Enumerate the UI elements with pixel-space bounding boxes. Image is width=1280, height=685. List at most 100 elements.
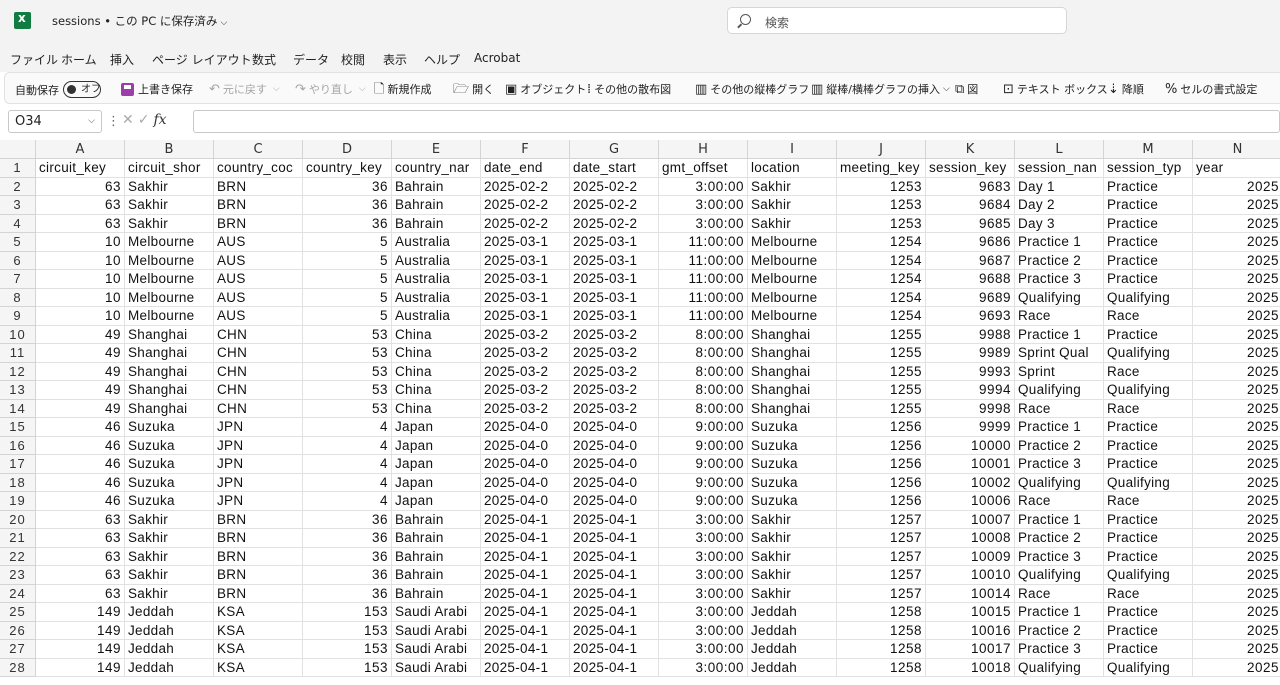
table-cell[interactable]: 153 [303,621,392,640]
document-title[interactable]: sessions • この PC に保存済み ⌵ [52,13,227,29]
table-cell[interactable]: 3:00:00 [659,640,748,659]
table-cell[interactable]: Race [1015,307,1104,326]
table-cell[interactable]: Sakhir [748,214,837,233]
table-cell[interactable]: Bahrain [392,510,481,529]
redo-dropdown-icon[interactable]: ⌵ [359,84,366,94]
table-cell[interactable]: 2025 [1193,363,1280,381]
table-cell[interactable]: 9998 [926,399,1015,418]
formula-bar-options-icon[interactable]: ⋮ [107,114,120,129]
row-header[interactable]: 4 [0,214,36,233]
table-cell[interactable]: 2025 [1193,529,1280,548]
row-header[interactable]: 6 [0,251,36,270]
table-cell[interactable]: 2025 [1193,215,1280,233]
table-cell[interactable]: Race [1104,584,1193,603]
table-cell[interactable]: 2025-04-0 [481,473,570,492]
table-cell[interactable]: AUS [214,270,303,289]
table-cell[interactable]: 2025-04-0 [570,455,659,474]
table-cell[interactable]: 9688 [926,270,1015,289]
table-cell[interactable]: 1257 [837,529,926,548]
table-cell[interactable]: 63 [36,547,125,566]
row-header[interactable]: 24 [0,584,36,603]
table-cell[interactable]: 2025-04-1 [570,603,659,622]
table-cell[interactable]: Shanghai [125,381,214,400]
table-cell[interactable]: 1253 [837,177,926,196]
row-header[interactable]: 21 [0,529,36,548]
formula-input[interactable] [193,110,1280,133]
header-cell[interactable]: session_nan [1015,159,1104,178]
redo-button[interactable]: ↷ やり直し ⌵ [295,81,366,97]
table-cell[interactable]: 8:00:00 [659,325,748,344]
table-cell[interactable]: Japan [392,473,481,492]
table-cell[interactable]: 2025-03-1 [570,288,659,307]
table-cell[interactable]: 2025-04-1 [481,621,570,640]
table-cell[interactable]: 9:00:00 [659,436,748,455]
table-cell[interactable]: 2025-04-0 [481,492,570,511]
table-cell[interactable]: 4 [303,455,392,474]
select-all-corner[interactable] [0,140,36,159]
row-header[interactable]: 15 [0,418,36,437]
table-cell[interactable]: Jeddah [125,640,214,659]
table-cell[interactable]: Practice 2 [1015,251,1104,270]
table-cell[interactable]: Bahrain [392,196,481,215]
table-cell[interactable]: 46 [36,455,125,474]
table-cell[interactable]: KSA [214,658,303,677]
table-cell[interactable]: 1256 [837,418,926,437]
table-cell[interactable]: Australia [392,270,481,289]
table-cell[interactable]: 2025-04-0 [570,436,659,455]
table-cell[interactable]: JPN [214,455,303,474]
header-cell[interactable]: gmt_offset [659,159,748,178]
undo-dropdown-icon[interactable]: ⌵ [273,84,280,94]
table-cell[interactable]: BRN [214,529,303,548]
table-cell[interactable]: Qualifying [1104,473,1193,492]
table-cell[interactable]: 2025-04-0 [570,418,659,437]
column-header-k[interactable]: K [926,140,1015,159]
table-cell[interactable]: 9:00:00 [659,418,748,437]
table-cell[interactable]: 2025-04-0 [570,492,659,511]
table-cell[interactable]: 49 [36,344,125,363]
table-cell[interactable]: Practice [1104,418,1193,437]
tab-view[interactable]: 表示 [383,51,407,68]
table-cell[interactable]: 5 [303,233,392,252]
column-header-e[interactable]: E [392,140,481,159]
column-header-j[interactable]: J [837,140,926,159]
table-cell[interactable]: 36 [303,566,392,585]
table-cell[interactable]: 2025-04-1 [481,529,570,548]
header-cell[interactable]: circuit_shor [125,159,214,178]
table-cell[interactable]: 2025-03-2 [570,399,659,418]
table-cell[interactable]: 53 [303,344,392,363]
table-cell[interactable]: 3:00:00 [659,214,748,233]
table-cell[interactable]: 2025 [1193,659,1280,677]
table-cell[interactable]: 3:00:00 [659,584,748,603]
row-header[interactable]: 28 [0,658,36,677]
table-cell[interactable]: Qualifying [1015,566,1104,585]
table-cell[interactable]: Practice [1104,621,1193,640]
table-cell[interactable]: Practice 2 [1015,621,1104,640]
table-cell[interactable]: 1255 [837,399,926,418]
table-cell[interactable]: China [392,381,481,400]
table-cell[interactable]: Bahrain [392,214,481,233]
table-cell[interactable]: Practice [1104,640,1193,659]
table-cell[interactable]: JPN [214,492,303,511]
table-cell[interactable]: Practice [1104,233,1193,252]
table-cell[interactable]: CHN [214,325,303,344]
table-cell[interactable]: 2025 [1193,548,1280,566]
table-cell[interactable]: 2025-03-1 [570,270,659,289]
insert-chart-button[interactable]: ▥ 縦棒/横棒グラフの挿入 ⌵ [811,81,950,97]
table-cell[interactable]: 2025 [1193,196,1280,215]
table-cell[interactable]: 2025 [1193,326,1280,344]
table-cell[interactable]: Practice 1 [1015,510,1104,529]
table-cell[interactable]: 1255 [837,344,926,363]
table-cell[interactable]: 10006 [926,492,1015,511]
table-cell[interactable]: Saudi Arabi [392,603,481,622]
table-cell[interactable]: Shanghai [125,399,214,418]
table-cell[interactable]: 10000 [926,436,1015,455]
table-cell[interactable]: 2025-03-2 [570,381,659,400]
table-cell[interactable]: Melbourne [748,233,837,252]
tab-page-layout[interactable]: ページ レイアウト [152,51,252,68]
table-cell[interactable]: 2025-04-0 [481,455,570,474]
table-cell[interactable]: 2025-02-2 [570,177,659,196]
row-header[interactable]: 9 [0,307,36,326]
table-cell[interactable]: 10002 [926,473,1015,492]
row-header[interactable]: 23 [0,566,36,585]
table-cell[interactable]: Qualifying [1104,381,1193,400]
